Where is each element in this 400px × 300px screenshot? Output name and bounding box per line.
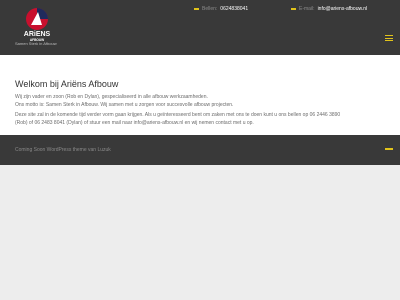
menu-line [385,37,393,39]
phone-label: Bellen: [202,6,218,12]
motto-paragraph: Ons motto is: Samen Sterk in Afbouw. Wij… [15,102,234,108]
contact-paragraph: (Rob) of 06 2483 8041 (Dylan) of stuur e… [15,120,254,126]
main-content: Welkom bij Ariëns Afbouw Wij zijn vader … [0,55,400,135]
accent-dash-icon [194,8,199,10]
logo-wordmark: ARiENS [24,31,51,38]
menu-toggle-icon[interactable] [385,35,393,41]
menu-line [385,40,393,41]
site-footer: Coming Soon WordPress theme van Luzuk [0,135,400,165]
phone-contact[interactable]: Bellen: 0624838041 [194,5,248,13]
menu-line [385,35,393,36]
email-link[interactable]: info@ariens-afbouw.nl [318,5,368,13]
site-header: ARiENS AFBOUW Samen Sterk in Afbouw Bell… [0,0,400,55]
scroll-to-top-icon[interactable] [385,148,393,150]
page-title: Welkom bij Ariëns Afbouw [15,79,119,89]
footer-credit: Coming Soon WordPress theme van Luzuk [15,147,111,153]
intro-paragraph: Wij zijn vader en zoon (Rob en Dylan), g… [15,94,208,100]
email-label: E-mail: [299,6,315,12]
tagline: Samen Sterk in Afbouw [15,41,57,46]
email-contact[interactable]: E-mail: info@ariens-afbouw.nl [291,5,367,13]
accent-dash-icon [291,8,296,10]
info-paragraph: Deze site zal in de komende tijd verder … [15,112,341,118]
phone-number-link[interactable]: 0624838041 [220,5,248,13]
